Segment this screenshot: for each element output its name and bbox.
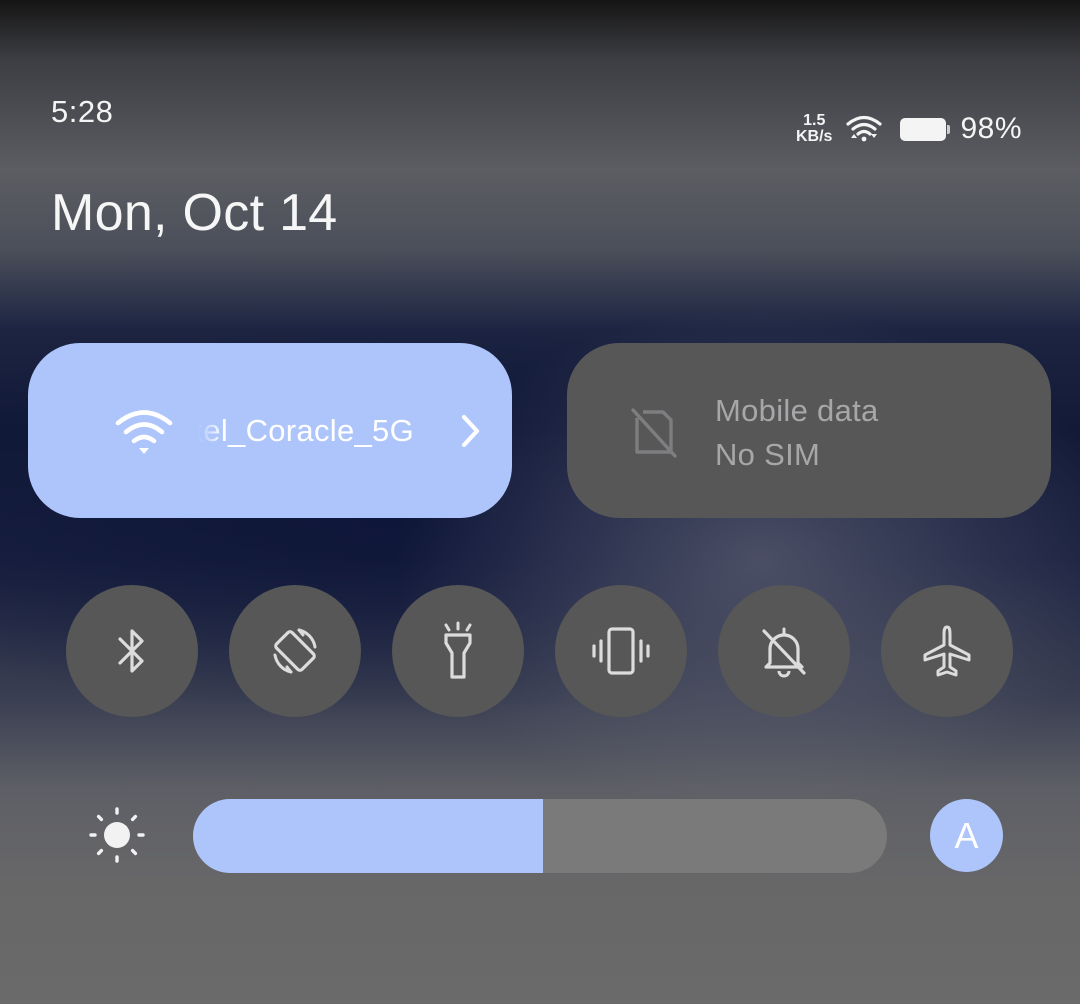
wifi-icon bbox=[114, 406, 174, 461]
mobile-data-tile[interactable]: Mobile data No SIM bbox=[567, 343, 1051, 518]
wifi-signal-icon bbox=[846, 114, 883, 144]
date-label[interactable]: Mon, Oct 14 bbox=[51, 183, 338, 243]
airplane-mode-toggle[interactable] bbox=[881, 585, 1013, 717]
chevron-right-icon[interactable] bbox=[458, 413, 484, 454]
flashlight-toggle[interactable] bbox=[392, 585, 524, 717]
no-sim-icon bbox=[629, 406, 679, 463]
network-speed-value: 1.5 bbox=[803, 112, 826, 129]
bluetooth-icon bbox=[112, 625, 152, 677]
brightness-slider[interactable] bbox=[193, 799, 887, 873]
do-not-disturb-toggle[interactable] bbox=[718, 585, 850, 717]
wifi-tile[interactable]: Pixel_Coracle_5G bbox=[28, 343, 512, 518]
airplane-icon bbox=[919, 623, 975, 679]
battery-percent: 98% bbox=[960, 112, 1022, 145]
sun-icon bbox=[88, 806, 146, 869]
bell-off-icon bbox=[758, 623, 810, 679]
network-speed: 1.5 KB/s bbox=[796, 113, 832, 145]
network-speed-unit: KB/s bbox=[796, 128, 833, 145]
bluetooth-toggle[interactable] bbox=[66, 585, 198, 717]
mobile-data-subtitle: No SIM bbox=[715, 437, 821, 472]
status-icons: 1.5 KB/s 98% bbox=[796, 108, 1022, 150]
auto-rotate-toggle[interactable] bbox=[229, 585, 361, 717]
rotate-icon bbox=[265, 621, 325, 681]
battery-icon bbox=[900, 117, 951, 141]
wifi-network-name: Pixel_Coracle_5G bbox=[198, 413, 414, 448]
mobile-data-title: Mobile data bbox=[715, 393, 879, 428]
wifi-network-name-container: Pixel_Coracle_5G bbox=[198, 411, 418, 455]
vibrate-icon bbox=[589, 625, 653, 677]
vibrate-toggle[interactable] bbox=[555, 585, 687, 717]
flashlight-icon bbox=[436, 621, 480, 681]
auto-brightness-button[interactable]: A bbox=[930, 799, 1003, 872]
brightness-slider-fill bbox=[193, 799, 544, 873]
status-time: 5:28 bbox=[51, 94, 114, 129]
